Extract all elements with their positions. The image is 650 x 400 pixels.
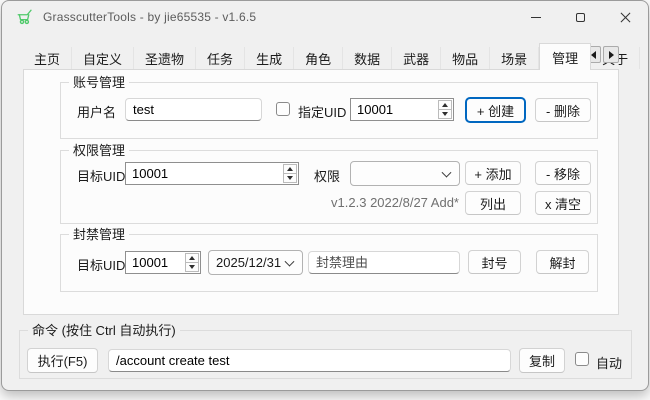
spinner-up-button[interactable] [439,101,451,110]
command-group-title: 命令 (按住 Ctrl 自动执行) [28,323,180,338]
add-permission-button[interactable]: + 添加 [465,161,521,185]
close-icon [619,11,632,24]
ban-button[interactable]: 封号 [468,250,521,274]
ban-uid-input[interactable] [126,252,185,273]
tab-management[interactable]: 管理 [539,43,591,70]
auto-execute-checkbox[interactable] [575,352,589,366]
maximize-button[interactable] [558,1,603,33]
down-arrow-icon [287,176,293,180]
spinner-arrows [283,164,297,183]
chevron-down-icon [442,167,452,177]
permission-combobox[interactable] [350,161,460,186]
version-note: v1.2.3 2022/8/27 Add* [241,195,459,210]
tab-custom[interactable]: 自定义 [72,47,134,69]
window-title: GrasscutterTools - by jie65535 - v1.6.5 [43,10,256,24]
ban-date-picker[interactable]: 2025/12/31 [208,250,303,275]
ban-group-title: 封禁管理 [69,227,129,242]
tab-weapon[interactable]: 武器 [392,47,441,69]
tab-page-management: 账号管理 用户名 指定UID + 创建 - 删除 权限管理 目标UID [23,69,619,315]
specify-uid-label: 指定UID [298,102,346,121]
tab-item[interactable]: 物品 [441,47,490,69]
grasscutter-cart-icon [16,8,34,26]
spinner-down-button[interactable] [186,263,198,271]
maximize-icon [576,13,585,22]
spinner-down-button[interactable] [284,174,296,182]
left-arrow-icon [591,51,596,59]
perm-uid-spinner [125,162,299,185]
ban-uid-spinner [125,251,201,274]
delete-account-button[interactable]: - 删除 [535,98,591,122]
right-arrow-icon [609,51,614,59]
tab-quest[interactable]: 任务 [196,47,245,69]
permission-group: 权限管理 目标UID 权限 + 添加 - 移除 v1.2.3 2022/8/27… [60,150,598,224]
username-input[interactable] [125,98,262,121]
down-arrow-icon [442,112,448,116]
tab-scroll-right-button[interactable] [603,46,619,63]
up-arrow-icon [287,167,293,171]
minimize-icon [531,17,541,18]
app-window: GrasscutterTools - by jie65535 - v1.6.5 … [1,0,649,391]
create-account-button[interactable]: + 创建 [465,97,526,123]
tab-spawn[interactable]: 生成 [245,47,294,69]
perm-target-uid-label: 目标UID [77,166,125,185]
ban-target-uid-label: 目标UID [77,255,125,274]
spinner-arrows [185,253,199,272]
copy-command-button[interactable]: 复制 [519,348,565,373]
spinner-up-button[interactable] [284,165,296,174]
clear-permissions-button[interactable]: x 清空 [535,191,591,215]
account-group: 账号管理 用户名 指定UID + 创建 - 删除 [60,82,598,139]
down-arrow-icon [189,265,195,269]
run-command-button[interactable]: 执行(F5) [27,348,98,373]
permission-group-title: 权限管理 [69,143,129,158]
tab-artifact[interactable]: 圣遗物 [134,47,196,69]
chevron-down-icon [285,256,295,266]
command-group: 命令 (按住 Ctrl 自动执行) 执行(F5) 复制 自动 [19,330,632,379]
tab-avatar[interactable]: 角色 [294,47,343,69]
command-input[interactable] [108,349,511,372]
spinner-down-button[interactable] [439,110,451,118]
unban-button[interactable]: 解封 [536,250,589,274]
username-label: 用户名 [77,102,116,121]
account-group-title: 账号管理 [69,75,129,90]
spinner-up-button[interactable] [186,254,198,263]
remove-permission-button[interactable]: - 移除 [535,161,591,185]
minimize-button[interactable] [513,1,558,33]
specify-uid-checkbox[interactable] [276,102,290,116]
auto-execute-label: 自动 [596,353,622,372]
tab-bar: 主页 自定义 圣遗物 任务 生成 角色 数据 武器 物品 场景 管理 关于 [23,43,619,69]
tab-scene[interactable]: 场景 [490,47,539,69]
tab-stats[interactable]: 数据 [343,47,392,69]
spinner-arrows [438,100,452,119]
up-arrow-icon [189,256,195,260]
permission-label: 权限 [314,166,340,185]
title-bar: GrasscutterTools - by jie65535 - v1.6.5 [2,1,648,33]
close-button[interactable] [603,1,648,33]
caption-buttons [513,1,648,33]
ban-reason-input[interactable] [308,251,460,274]
list-permissions-button[interactable]: 列出 [465,191,521,215]
ban-date-value: 2025/12/31 [216,255,281,270]
account-uid-spinner [350,98,454,121]
ban-group: 封禁管理 目标UID 2025/12/31 封号 解封 [60,234,598,292]
tab-home[interactable]: 主页 [23,47,72,69]
up-arrow-icon [442,103,448,107]
perm-uid-input[interactable] [126,163,283,184]
account-uid-input[interactable] [351,99,438,120]
